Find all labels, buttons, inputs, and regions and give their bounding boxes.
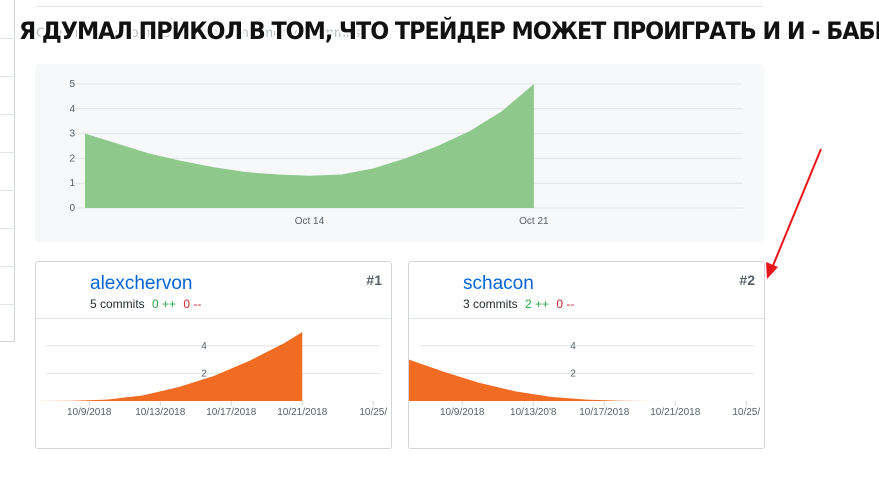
red-arrow-icon: [766, 148, 822, 279]
screenshot: Contributions to master, excluding merge…: [0, 0, 879, 492]
